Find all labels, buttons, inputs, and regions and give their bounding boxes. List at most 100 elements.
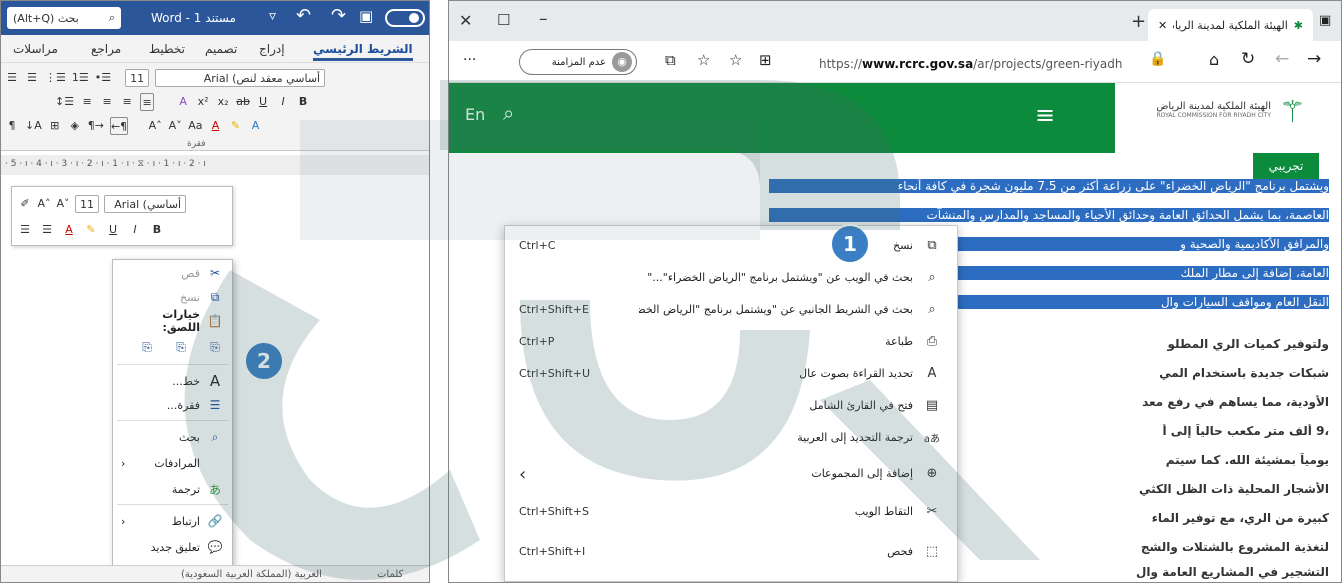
undo-icon[interactable]: ↶ [296,5,311,26]
menu-search[interactable]: ⌕ بحث [113,426,232,448]
mini-grow-font-icon[interactable]: A˄ [37,195,51,213]
minimize-icon[interactable]: – [539,9,548,29]
more-icon[interactable]: ··· [463,52,476,68]
mini-underline-icon[interactable]: U [106,221,120,239]
status-language[interactable]: العربية (المملكة العربية السعودية) [181,569,322,580]
site-logo[interactable]: الهيئة الملكية لمدينة الرياض ROYAL COMMI… [1121,101,1271,141]
menu-item-web-capture[interactable]: ✂ التقاط الويب Ctrl+Shift+S [505,496,957,526]
tab-layout[interactable]: تخطيط [149,42,185,56]
forward-icon[interactable]: ← [1275,49,1289,69]
mini-italic-icon[interactable]: I [128,221,142,239]
shrink-font-icon[interactable]: A˅ [168,117,182,135]
subscript-icon[interactable]: x₂ [216,93,230,111]
menu-item-immersive-reader[interactable]: ▤ فتح في القارئ الشامل [505,390,957,420]
url-field[interactable]: https://www.rcrc.gov.sa/ar/projects/gree… [819,53,1129,75]
search-icon[interactable]: ⌕ [503,101,514,125]
tab-home[interactable]: الشريط الرئيسي [313,42,413,61]
save-icon[interactable]: ▣ [359,7,373,25]
paste-merge-icon[interactable]: ⎘ [172,340,190,355]
superscript-icon[interactable]: x² [196,93,210,111]
format-painter-icon[interactable]: ✐ [18,195,32,213]
strikethrough-icon[interactable]: ab [236,93,250,111]
borders-icon[interactable]: ⊞ [48,117,62,135]
collections-icon[interactable]: ⧉ [665,51,676,69]
italic-icon[interactable]: I [276,93,290,111]
justify-icon[interactable]: ≡ [80,93,94,111]
menu-copy[interactable]: ⧉ نسخ [113,286,232,308]
new-tab-icon[interactable]: + [1131,11,1146,32]
mini-font-size[interactable]: 11 [75,195,99,213]
mini-bold-icon[interactable]: B [150,221,164,239]
highlight-icon[interactable]: ✎ [228,117,242,135]
paste-keep-source-icon[interactable]: ⎘ [206,340,224,355]
close-window-icon[interactable]: ✕ [459,11,472,30]
menu-item-web-search[interactable]: ⌕ بحث في الويب عن "ويشتمل برنامج "الرياض … [505,262,957,292]
mini-bullet-list-icon[interactable]: ☰ [40,221,54,239]
show-marks-icon[interactable]: ¶ [5,117,19,135]
status-words[interactable]: كلمات [377,569,403,580]
tab-insert[interactable]: إدراج [259,42,285,56]
home-icon[interactable]: ⌂ [1209,50,1219,69]
maximize-icon[interactable]: ☐ [497,11,510,29]
rtl-paragraph-icon[interactable]: ←¶ [109,117,129,135]
profile-button[interactable]: ◉ عدم المزامنة [519,49,637,75]
menu-item-sidebar-search[interactable]: ⌕ بحث في الشريط الجانبي عن "ويشتمل برنامج… [505,294,957,324]
mini-highlight-icon[interactable]: ✎ [84,221,98,239]
menu-item-add-collections[interactable]: ⊕ إضافة إلى المجموعات [505,458,957,488]
site-lock-icon[interactable]: 🔒 [1149,51,1166,67]
menu-cut[interactable]: ✂ قص [113,262,232,284]
multilevel-list-icon[interactable]: ⋮☰ [45,69,66,87]
close-tab-icon[interactable]: ✕ [1158,19,1167,32]
align-center-icon[interactable]: ≡ [120,93,134,111]
font-color-icon[interactable]: A [208,117,222,135]
add-favorite-icon[interactable]: ☆ [729,51,742,69]
redo-icon[interactable]: ↷ [331,5,346,26]
mini-numbered-list-icon[interactable]: ☰ [18,221,32,239]
ltr-paragraph-icon[interactable]: ¶→ [88,117,104,135]
mini-font-name[interactable]: Arial (أساسي [104,195,186,213]
sort-icon[interactable]: ↓A [25,117,42,135]
customize-qat-icon[interactable]: ▿ [269,8,276,24]
numbered-list-icon[interactable]: 1☰ [72,69,89,87]
tab-design[interactable]: تصميم [205,42,237,56]
tab-actions-icon[interactable]: ▣ [1319,13,1331,28]
paste-text-only-icon[interactable]: ⎘ [138,340,156,355]
change-case-icon[interactable]: Aa [188,117,202,135]
menu-font[interactable]: A خط... [113,370,232,392]
mini-font-color-icon[interactable]: A [62,221,76,239]
menu-item-print[interactable]: ⎙ طباعة Ctrl+P [505,326,957,356]
menu-item-translate[interactable]: aあ ترجمة التحديد إلى العربية [505,422,957,452]
menu-synonyms[interactable]: المرادفات ‹ [113,452,232,474]
grow-font-icon[interactable]: A˄ [148,117,162,135]
beta-button[interactable]: تجريبي [1253,153,1319,179]
shading-icon[interactable]: ◈ [68,117,82,135]
menu-link[interactable]: 🔗 ارتباط ‹ [113,510,232,532]
hamburger-menu-icon[interactable]: ≡ [1035,101,1055,129]
back-icon[interactable]: → [1307,49,1321,69]
language-switch[interactable]: En [465,105,485,124]
line-spacing-icon[interactable]: ↕☰ [55,93,74,111]
reading-view-icon[interactable]: ⊞ [759,51,772,69]
menu-translate[interactable]: あ ترجمة [113,478,232,500]
align-right-icon[interactable]: ≡ [100,93,114,111]
clear-format-icon[interactable]: A [176,93,190,111]
tab-references[interactable]: مراجع [91,42,121,56]
search-box[interactable]: (Alt+Q) بحث ⌕ [7,7,121,29]
menu-new-comment[interactable]: 💬 تعليق جديد [113,536,232,558]
underline-icon[interactable]: U [256,93,270,111]
font-size-select[interactable]: 11 [125,69,150,87]
menu-paragraph[interactable]: ☰ فقرة... [113,394,232,416]
active-tab[interactable]: ✱ الهيئة الملكية لمدينة الرياض » برنا ✕ [1148,9,1313,41]
ltr-icon[interactable]: ☰ [25,69,39,87]
mini-shrink-font-icon[interactable]: A˅ [56,195,70,213]
bullet-list-icon[interactable]: •☰ [95,69,111,87]
text-effects-icon[interactable]: A [248,117,262,135]
tab-mailings[interactable]: مراسلات [13,42,58,56]
menu-item-read-aloud[interactable]: A تحديد القراءة بصوت عال Ctrl+Shift+U [505,358,957,388]
menu-item-inspect[interactable]: ⬚ فحص Ctrl+Shift+I [505,536,957,566]
font-name-select[interactable]: Arial (أساسي معقد لنص [155,69,326,87]
menu-item-copy[interactable]: ⧉ نسخ Ctrl+C [505,230,957,260]
autosave-toggle[interactable] [385,9,425,27]
align-left-icon[interactable]: ≡ [140,93,155,111]
bold-icon[interactable]: B [296,93,310,111]
